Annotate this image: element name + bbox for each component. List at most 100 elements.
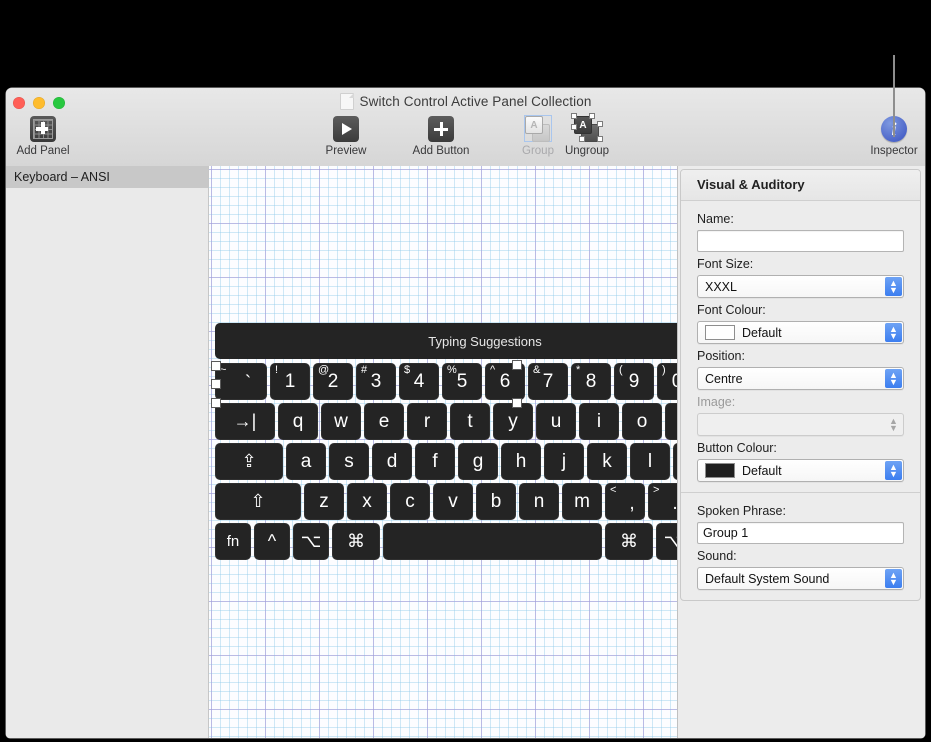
sound-value: Default System Sound xyxy=(705,571,830,586)
stepper-icon[interactable]: ▲ ▼ xyxy=(885,569,902,588)
key-legend-sub: < xyxy=(610,484,617,496)
add-panel-icon xyxy=(29,115,57,143)
key-h[interactable]: h xyxy=(501,443,541,480)
key-e[interactable]: e xyxy=(364,403,404,440)
space-key[interactable] xyxy=(383,523,602,560)
add-button-button[interactable]: Add Button xyxy=(398,115,484,157)
selection-handle[interactable] xyxy=(211,398,221,408)
image-select[interactable]: ▲ ▼ xyxy=(697,413,904,436)
key-i[interactable]: i xyxy=(579,403,619,440)
typing-suggestions-button[interactable]: Typing Suggestions xyxy=(215,323,677,359)
font-size-label: Font Size: xyxy=(697,257,754,271)
key-legend-main: s xyxy=(344,450,354,472)
key-legend-sub: ( xyxy=(619,364,623,376)
position-select[interactable]: Centre ▲ ▼ xyxy=(697,367,904,390)
key-3[interactable]: # 3 xyxy=(356,363,396,400)
key-legend-main: a xyxy=(300,450,312,472)
control-key[interactable]: ^ xyxy=(254,523,290,560)
selection-handle[interactable] xyxy=(211,379,221,389)
sound-select[interactable]: Default System Sound ▲ ▼ xyxy=(697,567,904,590)
add-panel-button[interactable]: Add Panel xyxy=(6,115,86,157)
key-0[interactable]: ) 0 xyxy=(657,363,677,400)
key-n[interactable]: n xyxy=(519,483,559,520)
key-a[interactable]: a xyxy=(286,443,326,480)
ungroup-button[interactable]: A Ungroup xyxy=(544,113,630,157)
close-button[interactable] xyxy=(13,97,25,109)
key-legend-main: w xyxy=(334,410,348,432)
keyboard-panel[interactable]: Typing Suggestions ~ ` ! 1 @ 2 # 3 $ 4 %… xyxy=(211,323,677,563)
selection-handle[interactable] xyxy=(211,361,221,371)
panel-list-sidebar: Keyboard – ANSI xyxy=(6,166,209,738)
preview-button[interactable]: Preview xyxy=(303,115,389,157)
key-4[interactable]: $ 4 xyxy=(399,363,439,400)
key-legend-main: ^ xyxy=(267,531,277,551)
zoom-button[interactable] xyxy=(53,97,65,109)
fn-key[interactable]: fn xyxy=(215,523,251,560)
name-input[interactable] xyxy=(697,230,904,252)
font-size-select[interactable]: XXXL ▲ ▼ xyxy=(697,275,904,298)
stepper-icon[interactable]: ▲ ▼ xyxy=(885,323,902,342)
key-m[interactable]: m xyxy=(562,483,602,520)
button-colour-select[interactable]: Default ▲ ▼ xyxy=(697,459,904,482)
sidebar-item-keyboard-ansi[interactable]: Keyboard – ANSI xyxy=(6,166,208,188)
key-legend-main: ⌥ xyxy=(663,531,677,551)
key-k[interactable]: k xyxy=(587,443,627,480)
stepper-icon[interactable]: ▲ ▼ xyxy=(885,369,902,388)
key-2[interactable]: @ 2 xyxy=(313,363,353,400)
key-legend-sub: # xyxy=(361,364,368,376)
key-z[interactable]: z xyxy=(304,483,344,520)
font-colour-select[interactable]: Default ▲ ▼ xyxy=(697,321,904,344)
key-j[interactable]: j xyxy=(544,443,584,480)
key-legend-main: b xyxy=(490,490,502,512)
key-r[interactable]: r xyxy=(407,403,447,440)
stepper-icon[interactable]: ▲ ▼ xyxy=(885,277,902,296)
key-7[interactable]: & 7 xyxy=(528,363,568,400)
minimize-button[interactable] xyxy=(33,97,45,109)
key-8[interactable]: * 8 xyxy=(571,363,611,400)
key-5[interactable]: % 5 xyxy=(442,363,482,400)
spoken-phrase-input[interactable]: Group 1 xyxy=(697,522,904,544)
name-label: Name: xyxy=(697,212,734,226)
key-9[interactable]: ( 9 xyxy=(614,363,654,400)
key-backtick[interactable]: ~ ` xyxy=(215,363,267,400)
key-s[interactable]: s xyxy=(329,443,369,480)
position-label: Position: xyxy=(697,349,745,363)
key-period[interactable]: > . xyxy=(648,483,677,520)
key-u[interactable]: u xyxy=(536,403,576,440)
font-colour-value: Default xyxy=(742,325,782,340)
key-w[interactable]: w xyxy=(321,403,361,440)
key-p[interactable]: p xyxy=(665,403,677,440)
key-y[interactable]: y xyxy=(493,403,533,440)
shift-key[interactable]: ⇧ xyxy=(215,483,301,520)
key-legend-main: 3 xyxy=(370,370,382,392)
keyboard-row-home: ⇪ a s d f g h j k l : ; xyxy=(215,443,677,480)
key-q[interactable]: q xyxy=(278,403,318,440)
key-t[interactable]: t xyxy=(450,403,490,440)
tab-key[interactable]: →| xyxy=(215,403,275,440)
key-legend-main: h xyxy=(515,450,527,472)
selection-handle[interactable] xyxy=(512,360,522,370)
inspector-button[interactable]: i Inspector xyxy=(851,115,925,157)
caps-lock-key[interactable]: ⇪ xyxy=(215,443,283,480)
key-legend-main: t xyxy=(467,410,473,432)
command-right-key[interactable]: ⌘ xyxy=(605,523,653,560)
inspector-label: Inspector xyxy=(870,145,918,157)
key-b[interactable]: b xyxy=(476,483,516,520)
key-c[interactable]: c xyxy=(390,483,430,520)
key-d[interactable]: d xyxy=(372,443,412,480)
option-right-key[interactable]: ⌥ xyxy=(656,523,677,560)
key-x[interactable]: x xyxy=(347,483,387,520)
key-l[interactable]: l xyxy=(630,443,670,480)
stepper-icon[interactable]: ▲ ▼ xyxy=(885,461,902,480)
key-g[interactable]: g xyxy=(458,443,498,480)
key-1[interactable]: ! 1 xyxy=(270,363,310,400)
command-key[interactable]: ⌘ xyxy=(332,523,380,560)
option-key[interactable]: ⌥ xyxy=(293,523,329,560)
key-comma[interactable]: < , xyxy=(605,483,645,520)
key-o[interactable]: o xyxy=(622,403,662,440)
selection-handle[interactable] xyxy=(512,398,522,408)
key-v[interactable]: v xyxy=(433,483,473,520)
key-legend-main: e xyxy=(378,410,390,432)
key-f[interactable]: f xyxy=(415,443,455,480)
panel-canvas[interactable]: Typing Suggestions ~ ` ! 1 @ 2 # 3 $ 4 %… xyxy=(209,166,677,738)
